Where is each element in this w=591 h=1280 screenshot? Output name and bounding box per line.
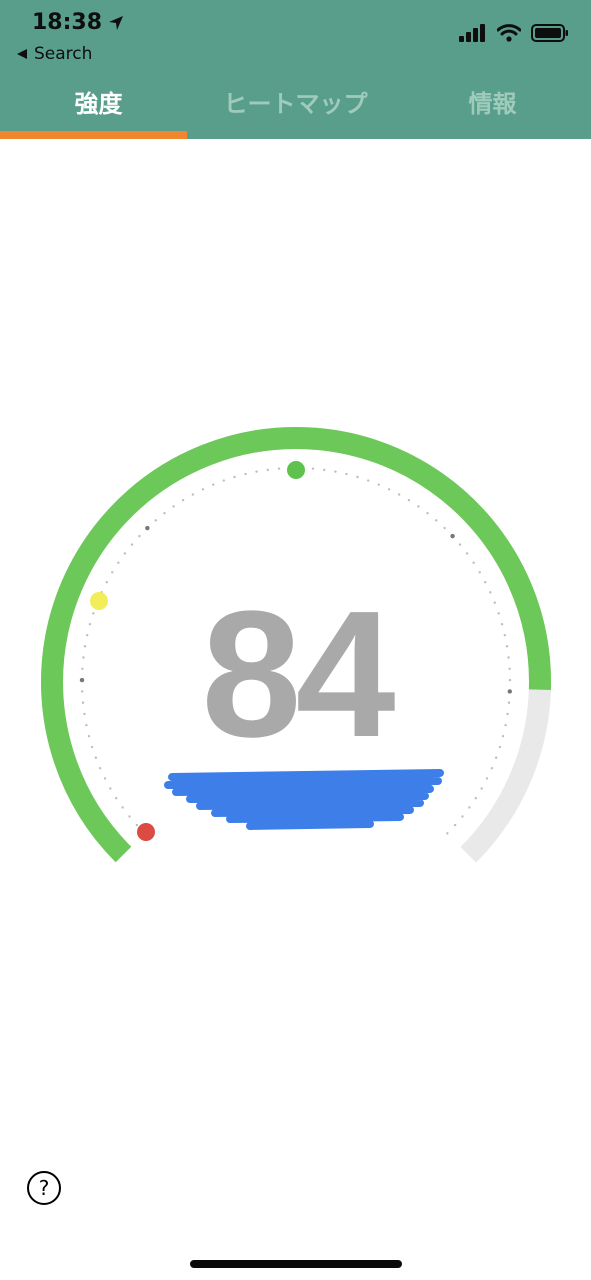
gauge-tick-dot <box>255 470 258 473</box>
gauge-tick-dot <box>387 488 391 491</box>
gauge-tick-dot <box>172 505 175 508</box>
gauge-tick-dot <box>233 475 236 479</box>
gauge-tick-dot <box>123 552 127 555</box>
gauge-tick-dot <box>446 832 449 835</box>
gauge-tick-dot <box>450 533 455 539</box>
gauge-tick-dot <box>443 526 446 530</box>
tab-strength[interactable]: 強度 <box>0 80 197 132</box>
gauge-tick-dot <box>109 787 112 790</box>
gauge-tick-dot <box>311 467 315 470</box>
gauge-tick-dot <box>323 468 326 472</box>
tab-heatmap[interactable]: ヒートマップ <box>197 80 394 132</box>
gauge-tick-dot <box>111 571 114 574</box>
status-time: 18:38 <box>32 10 124 35</box>
gauge-tick-dot <box>154 519 157 522</box>
back-label: Search <box>34 44 93 64</box>
gauge-tick-dot <box>458 543 462 546</box>
gauge-tick-dot <box>426 511 429 515</box>
gauge-tick-dot <box>244 472 247 476</box>
gauge-tick-dot <box>480 787 483 790</box>
battery-icon <box>531 24 568 42</box>
gauge-tick-dot <box>128 815 131 818</box>
gauge-tick-dot <box>407 499 411 502</box>
header-bar: 18:38 Search 強度 ヒートマップ 情報 <box>0 0 591 139</box>
gauge-tick-dot <box>115 796 118 800</box>
gauge-tick-dot <box>117 561 120 564</box>
signal-strength-value: 84 <box>201 574 395 775</box>
marker-good-dot <box>287 461 305 479</box>
gauge-tick-dot <box>135 823 139 827</box>
marker-bad-dot <box>137 823 155 841</box>
gauge-tick-dot <box>105 580 108 584</box>
home-indicator[interactable] <box>190 1260 402 1268</box>
gauge-tick-dot <box>130 543 134 546</box>
location-arrow-icon <box>109 15 124 30</box>
active-tab-indicator <box>0 131 187 139</box>
gauge-tick-dot <box>367 479 370 482</box>
gauge-tick-dot <box>453 823 457 827</box>
gauge-tick-dot <box>334 470 337 473</box>
tab-info[interactable]: 情報 <box>394 80 591 132</box>
gauge-tick-dot <box>212 483 215 486</box>
gauge-tick-dot <box>461 815 464 818</box>
gauge-tick-dot <box>98 767 102 770</box>
gauge-tick-dot <box>474 796 477 800</box>
gauge-tick-dot <box>222 479 225 482</box>
gauge-tick-dot <box>377 483 380 486</box>
question-icon: ? <box>38 1176 50 1200</box>
help-button[interactable]: ? <box>27 1171 61 1205</box>
status-icons <box>459 24 569 42</box>
gauge-tick-dot <box>201 488 205 491</box>
gauge-tick-dot <box>468 806 471 809</box>
gauge-tick-dot <box>478 571 481 574</box>
tab-bar: 強度 ヒートマップ 情報 <box>0 80 591 132</box>
gauge-tick-dot <box>465 552 469 555</box>
redacted-label-scribble <box>164 769 444 830</box>
gauge-tick-dot <box>397 493 401 496</box>
gauge-tick-dot <box>485 777 489 780</box>
gauge-tick-dot <box>417 505 420 508</box>
back-to-search-link[interactable]: Search <box>16 44 92 64</box>
gauge-tick-dot <box>103 777 107 780</box>
back-triangle-icon <box>17 49 27 59</box>
status-time-text: 18:38 <box>32 10 103 35</box>
gauge-tick-dot <box>345 472 348 476</box>
gauge-tick-dot <box>472 561 475 564</box>
gauge-tick-dot <box>490 767 494 770</box>
gauge-tick-dot <box>121 806 124 809</box>
gauge-tick-dot <box>138 534 141 538</box>
gauge-tick-dot <box>181 499 185 502</box>
gauge-tick-dot <box>163 511 166 515</box>
gauge-tick-dot <box>277 467 281 470</box>
gauge-tick-dot <box>356 475 359 479</box>
gauge-tick-dot <box>191 493 195 496</box>
gauge-tick-dot <box>435 519 438 522</box>
cellular-signal-icon <box>459 24 485 42</box>
wifi-icon <box>497 24 521 42</box>
gauge-tick-dot <box>145 525 150 531</box>
gauge-tick-dot <box>266 468 269 472</box>
gauge-tick-dot <box>484 580 487 584</box>
